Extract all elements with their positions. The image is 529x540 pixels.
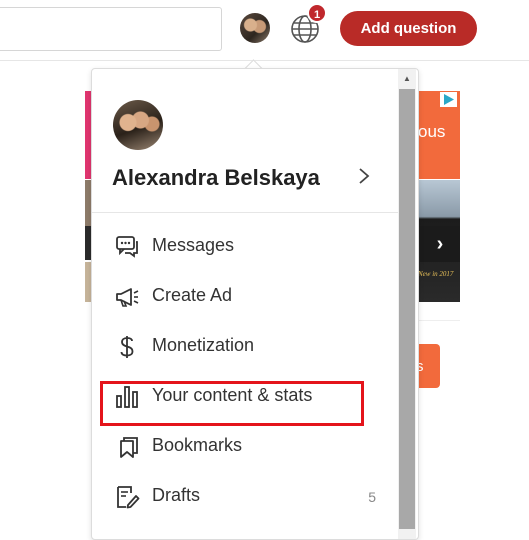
next-arrow-icon[interactable]: › xyxy=(420,226,460,262)
search-input[interactable] xyxy=(0,7,222,51)
add-question-button[interactable]: Add question xyxy=(340,11,477,46)
profile-avatar[interactable] xyxy=(113,100,163,150)
menu-item-label: Create Ad xyxy=(152,285,233,305)
highlight-box xyxy=(100,381,364,426)
drafts-count: 5 xyxy=(368,489,376,505)
menu-item-label: Messages xyxy=(152,235,235,255)
messages-icon xyxy=(116,236,138,258)
menu-item-drafts[interactable]: Drafts 5 xyxy=(92,472,398,522)
photo-caption: New in 2017 xyxy=(418,270,454,278)
scrollbar-thumb[interactable] xyxy=(399,89,415,529)
menu-item-label: Monetization xyxy=(152,335,255,355)
scroll-up-arrow-icon[interactable]: ▲ xyxy=(398,69,416,87)
menu-item-messages[interactable]: Messages xyxy=(92,222,398,272)
megaphone-icon xyxy=(116,288,139,307)
profile-name[interactable]: Alexandra Belskaya xyxy=(112,165,320,191)
menu-item-create-ad[interactable]: Create Ad xyxy=(92,272,398,322)
menu-item-label: Bookmarks xyxy=(152,435,243,455)
menu-item-bookmarks[interactable]: Bookmarks xyxy=(92,422,398,472)
profile-divider xyxy=(92,212,398,213)
user-avatar[interactable] xyxy=(240,13,270,43)
drafts-icon xyxy=(117,486,140,509)
menu-item-monetization[interactable]: Monetization xyxy=(92,322,398,372)
notification-badge: 1 xyxy=(307,3,327,23)
ad-banner-text: ous xyxy=(418,122,446,141)
divider xyxy=(418,320,460,321)
ad-choices-icon[interactable] xyxy=(440,92,457,107)
chevron-right-icon[interactable] xyxy=(355,166,373,186)
menu-item-label: Drafts xyxy=(152,485,201,505)
top-bar: 1 Add question xyxy=(0,0,529,61)
bookmark-icon xyxy=(120,437,138,458)
dollar-icon xyxy=(120,336,134,358)
